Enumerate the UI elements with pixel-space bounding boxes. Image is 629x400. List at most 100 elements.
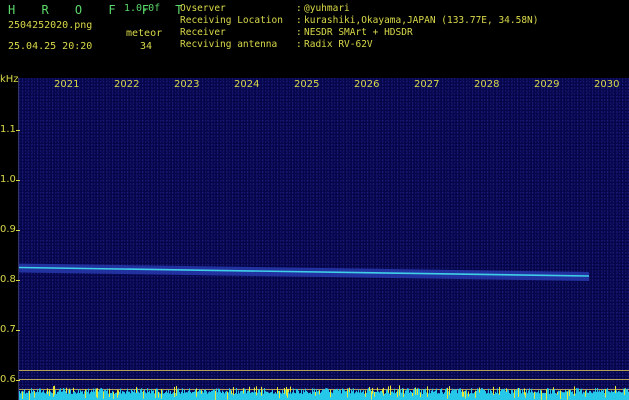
noise-bar	[278, 390, 279, 400]
noise-bar	[76, 393, 77, 400]
noise-bar	[267, 391, 268, 400]
noise-bar	[516, 390, 517, 400]
noise-bar	[108, 393, 109, 400]
noise-bar	[571, 391, 572, 400]
noise-bar	[598, 391, 599, 400]
noise-bar	[322, 389, 323, 400]
noise-bar	[244, 388, 245, 400]
noise-spike	[290, 386, 291, 392]
noise-bar	[604, 393, 605, 400]
noise-bar	[294, 392, 295, 400]
noise-bar	[340, 389, 341, 400]
noise-bar	[272, 389, 273, 400]
noise-bar	[164, 393, 165, 400]
noise-spike	[468, 391, 469, 397]
noise-bar	[52, 393, 53, 400]
noise-bar	[36, 392, 37, 400]
noise-bar	[466, 389, 467, 400]
noise-bar	[579, 391, 580, 400]
noise-bar	[299, 393, 300, 400]
noise-bar	[384, 393, 385, 400]
noise-bar	[611, 390, 612, 400]
noise-bar	[583, 391, 584, 400]
noise-bar	[203, 392, 204, 400]
noise-bar	[582, 393, 583, 400]
noise-bar	[153, 390, 154, 400]
noise-spike	[397, 390, 398, 398]
noise-bar	[126, 391, 127, 400]
noise-bar	[625, 388, 626, 400]
noise-bar	[192, 392, 193, 400]
noise-bar	[559, 391, 560, 400]
noise-bar	[75, 392, 76, 400]
noise-bar	[173, 392, 174, 400]
noise-bar	[70, 389, 71, 400]
noise-bar	[321, 391, 322, 400]
noise-bar	[367, 389, 368, 400]
noise-bar	[532, 391, 533, 400]
noise-bar	[43, 390, 44, 400]
noise-bar	[189, 388, 190, 400]
noise-bar	[596, 391, 597, 400]
noise-bar	[190, 391, 191, 400]
noise-bar	[32, 391, 33, 400]
noise-bar	[141, 388, 142, 400]
noise-bar	[320, 392, 321, 400]
noise-bar	[300, 393, 301, 400]
noise-spike	[605, 388, 606, 398]
noise-spike	[463, 391, 464, 397]
noise-spike	[161, 389, 162, 399]
noise-bar	[78, 389, 79, 400]
noise-bar	[98, 391, 99, 400]
noise-bar	[529, 388, 530, 400]
noise-bar	[222, 390, 223, 400]
noise-spike	[415, 387, 416, 395]
noise-bar	[545, 392, 546, 400]
noise-bar	[452, 388, 453, 400]
noise-bar	[364, 393, 365, 400]
noise-spike	[54, 385, 55, 395]
noise-bar	[476, 390, 477, 400]
noise-bar	[285, 390, 286, 400]
noise-bar	[64, 388, 65, 400]
noise-bar	[498, 393, 499, 400]
noise-bar	[269, 393, 270, 400]
noise-bar	[482, 388, 483, 400]
noise-spike	[574, 386, 575, 396]
noise-bar	[125, 393, 126, 400]
noise-bar	[266, 391, 267, 400]
noise-bar	[597, 388, 598, 400]
noise-bar	[531, 388, 532, 400]
noise-spike	[567, 391, 568, 400]
noise-bar	[229, 388, 230, 400]
noise-bar	[418, 388, 419, 400]
noise-spike	[382, 389, 383, 393]
noise-bar	[162, 390, 163, 400]
noise-bar	[163, 393, 164, 400]
noise-bar	[375, 391, 376, 400]
noise-bar	[253, 392, 254, 400]
noise-bar	[504, 388, 505, 400]
noise-spike	[372, 387, 373, 394]
noise-bar	[623, 388, 624, 400]
noise-bar	[575, 393, 576, 400]
noise-bar	[214, 389, 215, 400]
noise-bar	[357, 392, 358, 400]
noise-bar	[186, 392, 187, 400]
noise-bar	[138, 391, 139, 400]
noise-bar	[112, 390, 113, 400]
noise-spike	[254, 387, 255, 391]
noise-bar	[556, 393, 557, 400]
noise-bar	[526, 389, 527, 400]
noise-bar	[204, 389, 205, 400]
noise-bar	[310, 392, 311, 400]
noise-bar	[558, 390, 559, 400]
noise-spike	[113, 391, 114, 399]
noise-bar	[345, 391, 346, 400]
noise-bar	[226, 390, 227, 400]
noise-bar	[172, 393, 173, 400]
noise-bar	[159, 392, 160, 400]
noise-bar	[311, 393, 312, 400]
noise-bar	[235, 392, 236, 400]
noise-spike	[546, 389, 547, 400]
